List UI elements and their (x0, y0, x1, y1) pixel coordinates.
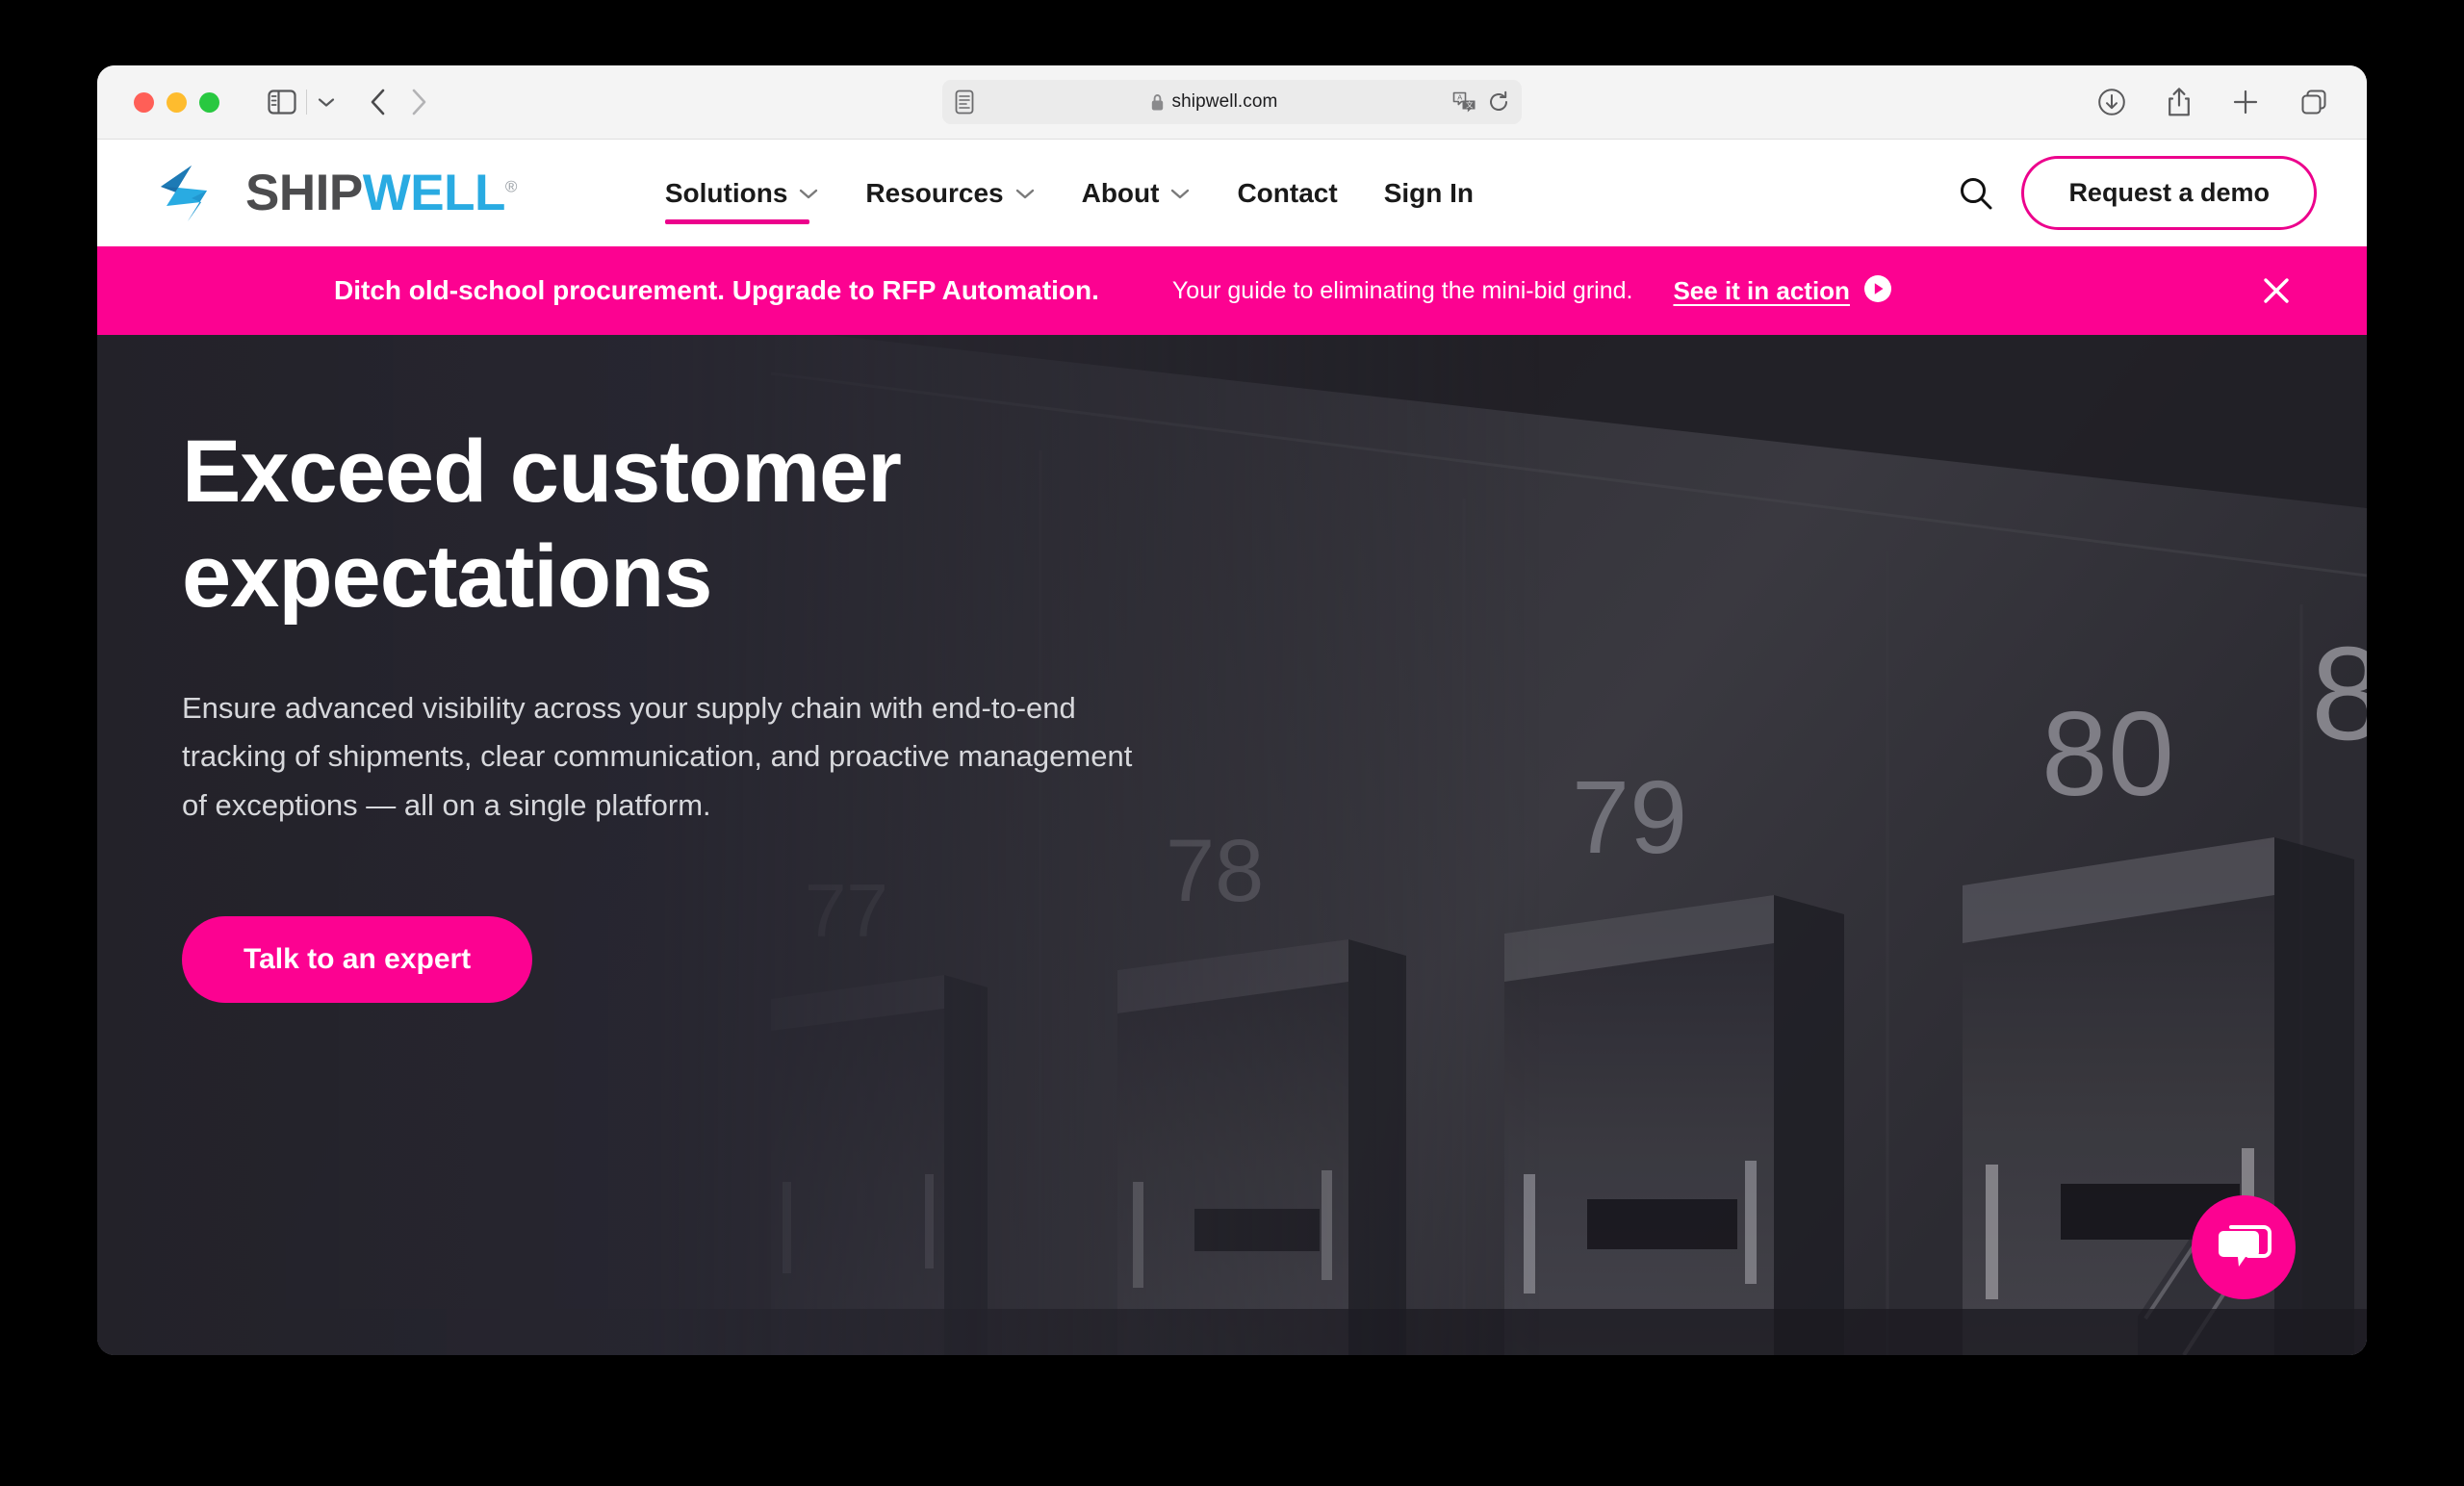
hero-title-line-2: expectations (182, 526, 712, 626)
reload-icon[interactable] (1487, 90, 1510, 114)
forward-arrow-icon[interactable] (409, 88, 428, 116)
hero-body-text: Ensure advanced visibility across your s… (182, 691, 1133, 822)
request-demo-button[interactable]: Request a demo (2021, 156, 2317, 230)
nav-item-sign-in[interactable]: Sign In (1361, 161, 1497, 226)
address-bar[interactable]: shipwell.com A 文 (942, 80, 1522, 124)
main-navigation: Solutions Resources About Contact Sign I… (642, 161, 1497, 226)
active-nav-underline (664, 218, 810, 224)
svg-text:8: 8 (2311, 620, 2367, 768)
chevron-down-icon (1014, 187, 1036, 200)
hero-section: 77 78 (97, 335, 2367, 1355)
close-icon[interactable] (2255, 269, 2297, 312)
svg-text:80: 80 (2041, 688, 2174, 821)
navigation-arrows (369, 88, 428, 116)
url-text: shipwell.com (1171, 91, 1278, 112)
shipwell-logo-mark (153, 164, 224, 223)
address-bar-text-group: shipwell.com (975, 91, 1452, 113)
address-bar-actions: A 文 (1452, 90, 1510, 114)
new-tab-icon[interactable] (2232, 89, 2259, 115)
sidebar-icon[interactable] (268, 90, 296, 115)
site-logo[interactable]: SHIPWELL® (153, 164, 517, 223)
svg-text:79: 79 (1572, 758, 1687, 875)
downloads-icon[interactable] (2097, 88, 2126, 116)
window-traffic-lights (134, 91, 219, 113)
promo-headline: Ditch old-school procurement. Upgrade to… (334, 275, 1099, 305)
hero-title-line-1: Exceed customer (182, 423, 902, 521)
registered-mark: ® (504, 177, 518, 196)
svg-text:A: A (1457, 92, 1462, 101)
search-icon[interactable] (1946, 164, 2006, 223)
nav-item-solutions[interactable]: Solutions (642, 161, 843, 226)
header-actions: Request a demo (1946, 156, 2367, 230)
site-header: SHIPWELL® Solutions Resources About Cont… (97, 140, 2367, 246)
browser-toolbar: shipwell.com A 文 (97, 65, 2367, 140)
reader-view-icon[interactable] (954, 90, 975, 115)
play-circle-icon (1863, 274, 1892, 308)
screen: shipwell.com A 文 SHIPWELL® Solutions Res… (0, 0, 2464, 1486)
logo-text-well: WELL (362, 165, 506, 221)
back-arrow-icon[interactable] (369, 88, 388, 116)
chevron-down-icon[interactable] (317, 95, 336, 109)
chat-bubble-icon (2216, 1219, 2272, 1276)
translate-icon[interactable]: A 文 (1452, 90, 1477, 114)
lock-icon (1150, 93, 1165, 112)
share-icon[interactable] (2167, 87, 2192, 117)
nav-item-resources[interactable]: Resources (842, 161, 1058, 226)
web-page: SHIPWELL® Solutions Resources About Cont… (97, 140, 2367, 1355)
promo-banner: Ditch old-school procurement. Upgrade to… (97, 246, 2367, 335)
close-window-button[interactable] (134, 91, 154, 113)
tab-overview-icon[interactable] (2299, 88, 2328, 116)
browser-window: shipwell.com A 文 SHIPWELL® Solutions Res… (97, 65, 2367, 1355)
promo-cta-label: See it in action (1673, 275, 1850, 305)
hero-content: Exceed customer expectations Ensure adva… (97, 335, 1156, 1003)
toolbar-right-actions (2097, 87, 2328, 117)
sidebar-controls (268, 90, 336, 115)
chat-widget-button[interactable] (2192, 1195, 2296, 1299)
nav-label-solutions: Solutions (664, 177, 788, 208)
logo-text-ship: SHIP (245, 165, 363, 221)
maximize-window-button[interactable] (199, 91, 219, 113)
nav-label-sign-in: Sign In (1383, 177, 1475, 208)
chevron-down-icon (1169, 187, 1191, 200)
svg-text:文: 文 (1466, 100, 1474, 110)
promo-subtext: Your guide to eliminating the mini-bid g… (1171, 276, 1633, 304)
nav-item-about[interactable]: About (1059, 161, 1215, 226)
nav-item-contact[interactable]: Contact (1214, 161, 1360, 226)
chevron-down-icon (798, 187, 819, 200)
nav-label-contact: Contact (1237, 177, 1338, 208)
talk-to-expert-button[interactable]: Talk to an expert (182, 915, 533, 1003)
toolbar-divider (306, 90, 307, 115)
nav-label-resources: Resources (865, 177, 1004, 208)
shipwell-wordmark: SHIPWELL® (245, 164, 517, 222)
minimize-window-button[interactable] (167, 91, 187, 113)
nav-label-about: About (1081, 177, 1160, 208)
hero-title: Exceed customer expectations (182, 420, 971, 628)
promo-cta-link[interactable]: See it in action (1673, 274, 1892, 308)
